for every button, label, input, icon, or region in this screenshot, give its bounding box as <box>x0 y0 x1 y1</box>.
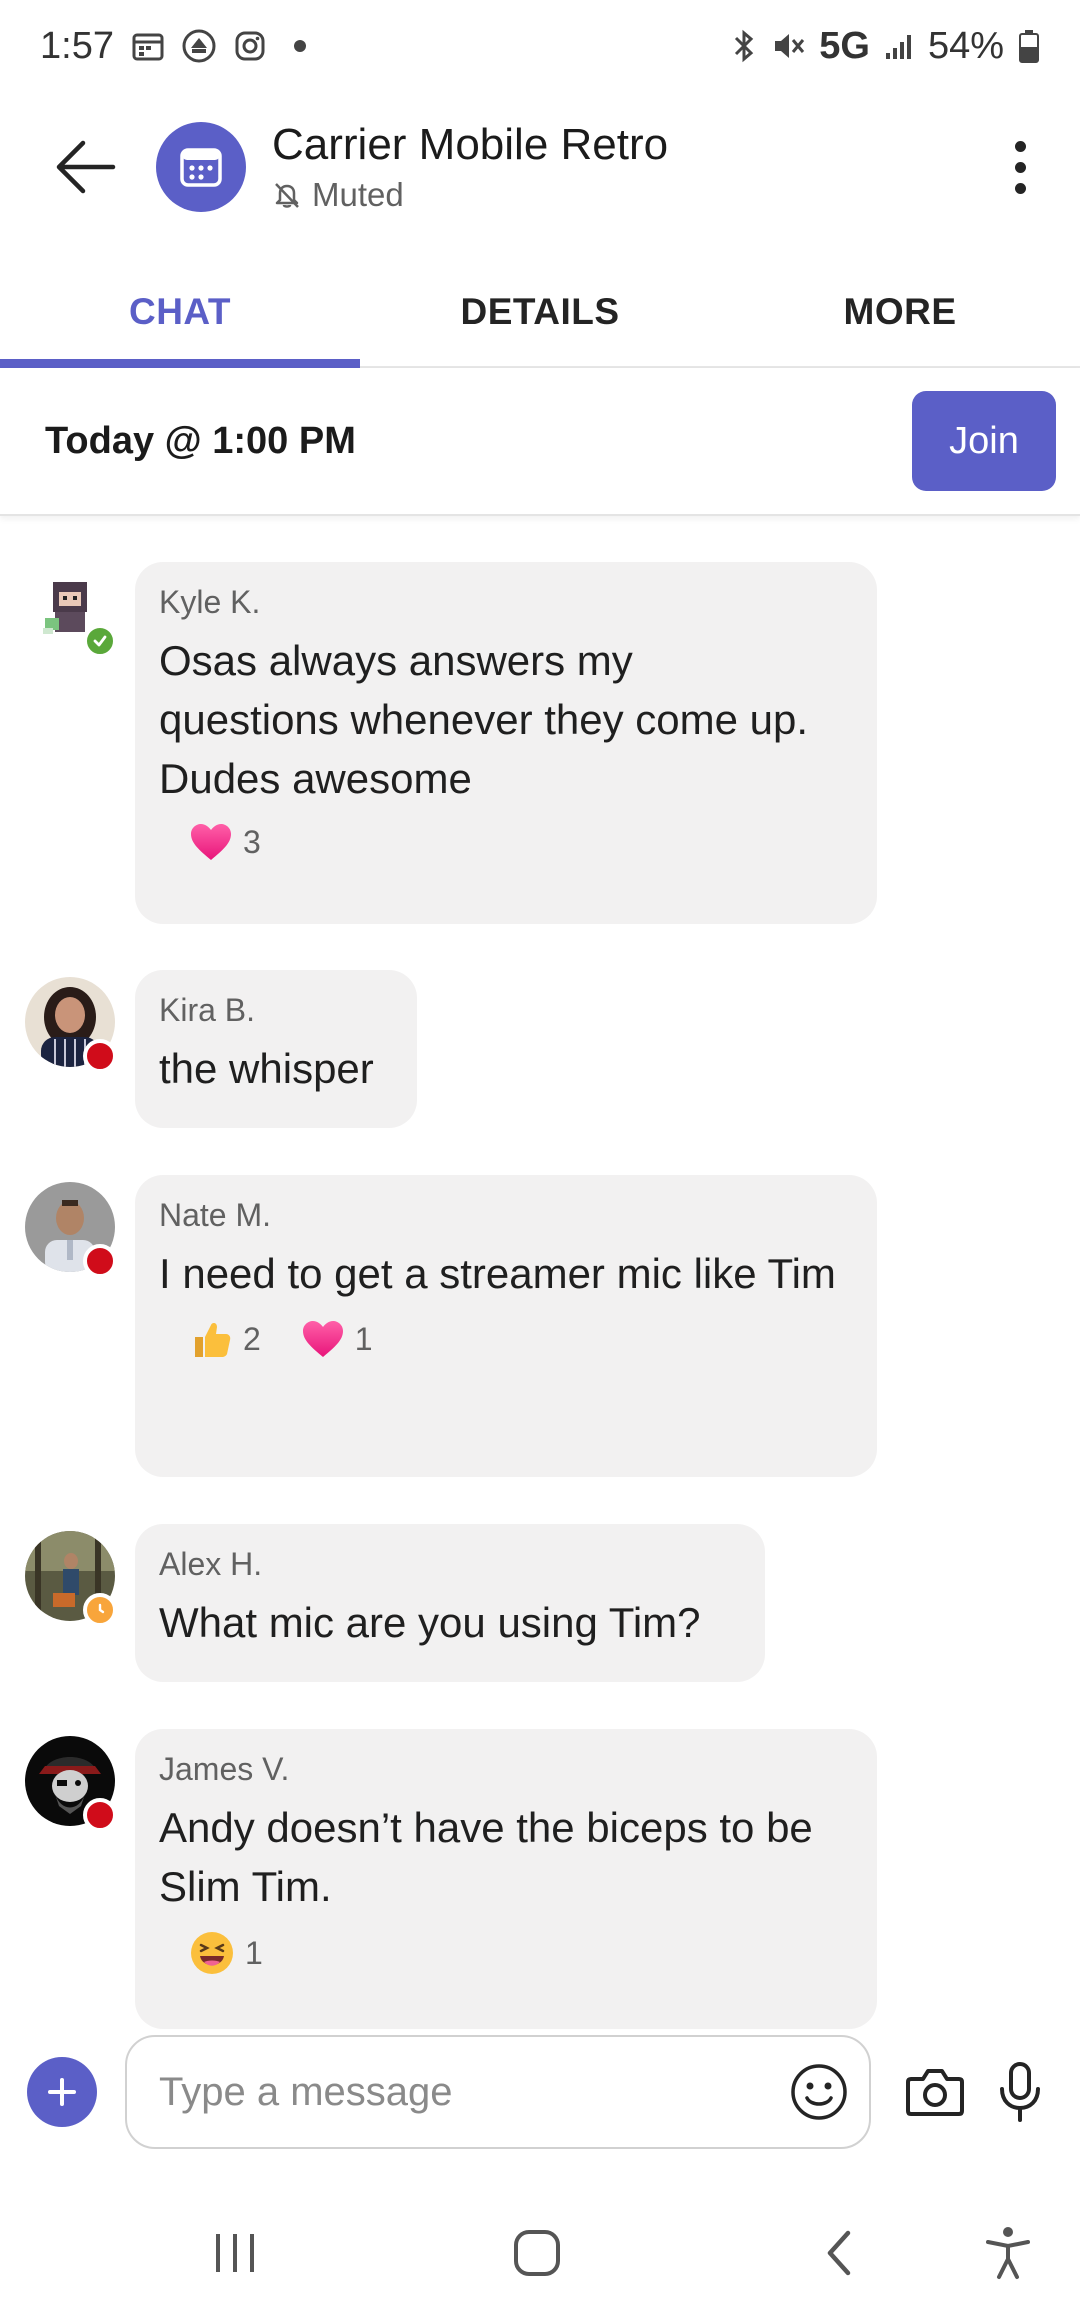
sender-name: Kira B. <box>159 992 256 1028</box>
home-icon <box>514 2230 560 2276</box>
muted-status: Muted <box>272 176 668 214</box>
bluetooth-icon <box>731 29 757 63</box>
tab-more[interactable]: MORE <box>720 258 1080 366</box>
reaction-count: 2 <box>243 1320 261 1357</box>
chat-title: Carrier Mobile Retro <box>272 120 669 169</box>
meeting-banner: Today @ 1:00 PM Join <box>0 368 1080 516</box>
back-chevron-icon <box>827 2230 851 2276</box>
accessibility-icon <box>986 2227 1030 2279</box>
more-options-button[interactable] <box>980 112 1060 222</box>
reactions: 3 <box>159 822 853 862</box>
sender-name: Alex H. <box>159 1546 263 1582</box>
message-bubble[interactable]: Nate M. I need to get a streamer mic lik… <box>135 1175 877 1477</box>
tab-details[interactable]: DETAILS <box>360 258 720 366</box>
presence-busy-icon <box>83 1039 117 1073</box>
laughing-emoji-icon <box>191 1932 233 1974</box>
back-button[interactable] <box>30 112 140 222</box>
message-bubble[interactable]: Alex H. What mic are you using Tim? <box>135 1524 765 1682</box>
compose-bar <box>0 2032 1080 2152</box>
smiley-icon <box>791 2064 847 2120</box>
recent-apps-button[interactable] <box>185 2203 285 2303</box>
accessibility-button[interactable] <box>958 2203 1058 2303</box>
reaction-count: 3 <box>243 823 261 860</box>
camera-button[interactable] <box>905 2065 965 2119</box>
kebab-dot <box>1014 140 1026 152</box>
sender-name: James V. <box>159 1751 290 1787</box>
message-input-container <box>125 2035 871 2149</box>
reaction-thumbs-up[interactable]: 2 <box>189 1317 261 1361</box>
message-bubble[interactable]: Kyle K. Osas always answers my questions… <box>135 562 877 924</box>
tab-chat[interactable]: CHAT <box>0 258 360 368</box>
message-text: What mic are you using Tim? <box>159 1599 701 1646</box>
add-attachment-button[interactable] <box>27 2057 97 2127</box>
app-notification-icon <box>182 29 216 63</box>
tab-bar: CHAT DETAILS MORE <box>0 258 1080 368</box>
emoji-button[interactable] <box>789 2062 849 2122</box>
avatar[interactable] <box>25 1182 117 1278</box>
reaction-count: 1 <box>354 1320 373 1357</box>
home-button[interactable] <box>487 2203 587 2303</box>
reactions: 1 <box>159 1930 853 1976</box>
microphone-icon <box>1000 2062 1040 2122</box>
message-input[interactable] <box>159 2069 789 2115</box>
status-bar: 1:57 5G 54% <box>0 0 1080 92</box>
bell-muted-icon <box>275 183 299 208</box>
avatar[interactable] <box>25 562 117 658</box>
message-text: Osas always answers my questions wheneve… <box>159 637 809 802</box>
battery-icon <box>1018 29 1040 63</box>
avatar[interactable] <box>25 1736 117 1832</box>
thumbs-up-icon <box>195 1322 231 1357</box>
presence-away-icon <box>83 1593 117 1627</box>
status-time: 1:57 <box>40 24 114 67</box>
reaction-laughing[interactable]: 1 <box>189 1930 263 1976</box>
kebab-dot <box>1014 182 1026 194</box>
presence-busy-icon <box>83 1244 117 1278</box>
avatar[interactable] <box>25 1531 117 1627</box>
battery-percent: 54% <box>927 24 1004 67</box>
message-text: the whisper <box>159 1045 374 1092</box>
avatar[interactable] <box>25 977 117 1073</box>
mute-icon <box>771 29 805 63</box>
microphone-button[interactable] <box>997 2061 1043 2123</box>
plus-icon <box>48 2078 76 2106</box>
camera-icon <box>906 2069 964 2116</box>
network-type: 5G <box>819 24 870 67</box>
sender-name: Nate M. <box>159 1197 272 1233</box>
sender-name: Kyle K. <box>159 584 261 620</box>
reaction-heart[interactable]: 3 <box>189 822 261 862</box>
more-notifications-dot-icon <box>293 40 306 52</box>
reactions: 2 1 <box>159 1317 853 1361</box>
message-text: Andy doesn’t have the biceps to be Slim … <box>159 1804 813 1910</box>
signal-icon <box>884 31 914 61</box>
calendar-icon <box>180 148 222 187</box>
join-button[interactable]: Join <box>912 391 1056 491</box>
reaction-heart[interactable]: 1 <box>301 1317 373 1361</box>
muted-label: Muted <box>312 176 404 213</box>
presence-available-icon <box>83 624 117 658</box>
chat-header: Carrier Mobile Retro Muted <box>0 92 1080 242</box>
heart-icon <box>191 824 231 860</box>
back-arrow-icon <box>56 140 116 194</box>
recent-apps-icon <box>216 2234 254 2272</box>
meeting-avatar[interactable] <box>156 122 246 212</box>
back-nav-button[interactable] <box>790 2203 890 2303</box>
message-bubble[interactable]: Kira B. the whisper <box>135 970 417 1128</box>
message-text: I need to get a streamer mic like Tim <box>159 1250 836 1297</box>
kebab-dot <box>1014 161 1026 173</box>
heart-icon <box>302 1321 343 1357</box>
presence-busy-icon <box>83 1798 117 1832</box>
message-bubble[interactable]: James V. Andy doesn’t have the biceps to… <box>135 1729 877 2029</box>
reaction-count: 1 <box>245 1934 263 1971</box>
header-text[interactable]: Carrier Mobile Retro Muted <box>272 120 668 214</box>
calendar-notification-icon <box>132 31 164 61</box>
instagram-icon <box>234 30 266 62</box>
system-nav-bar <box>0 2190 1080 2316</box>
meeting-time: Today @ 1:00 PM <box>45 419 356 462</box>
